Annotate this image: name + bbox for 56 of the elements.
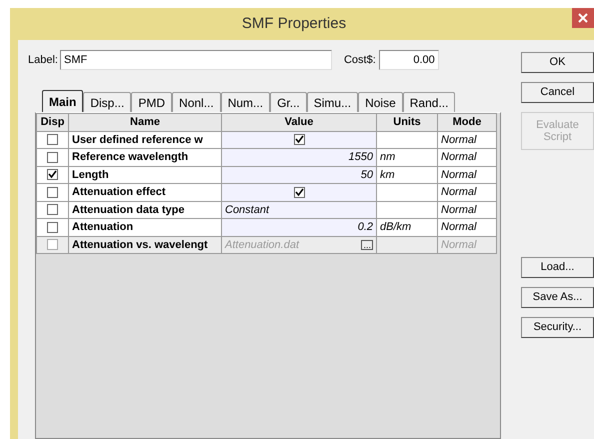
column-header: Value — [222, 114, 376, 131]
file-name: Attenuation.dat — [225, 238, 300, 252]
table-cell: Constant — [222, 201, 376, 218]
checkbox[interactable] — [47, 169, 58, 180]
table-cell: Normal — [438, 148, 496, 166]
label-caption: Label: — [28, 52, 58, 68]
dialog-button[interactable]: Cancel — [521, 82, 594, 103]
tab[interactable]: Simu... — [306, 92, 358, 112]
table-cell: 1550 — [222, 148, 376, 166]
checkbox[interactable] — [47, 134, 58, 146]
tab[interactable]: Rand... — [402, 92, 456, 112]
table-cell: Attenuation effect — [68, 184, 222, 201]
table-cell: Normal — [438, 131, 496, 148]
tab[interactable]: Gr... — [270, 92, 307, 112]
table-cell: Normal — [438, 236, 496, 254]
table-cell: Normal — [438, 184, 496, 201]
tab[interactable]: Disp... — [83, 92, 132, 112]
table-cell: Attenuation vs. wavelengt — [68, 236, 222, 254]
dialog-button[interactable]: Save As... — [521, 287, 594, 308]
column-header: Name — [68, 114, 222, 131]
tab[interactable]: Num... — [220, 92, 270, 112]
table-cell: Normal — [438, 166, 496, 184]
table-cell: Normal — [438, 201, 496, 218]
tab[interactable]: PMD — [131, 92, 172, 112]
tab[interactable]: Main — [42, 90, 84, 112]
table-cell: Length — [68, 166, 222, 184]
tab[interactable]: Nonl... — [172, 92, 221, 112]
table-cell: km — [376, 166, 438, 184]
cost-caption: Cost$: — [344, 52, 376, 68]
table-cell: Reference wavelength — [68, 148, 222, 166]
label-field[interactable]: SMF — [60, 50, 332, 70]
window-title: SMF Properties — [240, 14, 348, 34]
checkbox[interactable] — [47, 152, 58, 163]
table-cell: Attenuation data type — [68, 201, 222, 218]
column-header: Mode — [438, 114, 496, 131]
dialog-button[interactable]: Load... — [521, 257, 594, 278]
tab[interactable]: Noise — [358, 92, 403, 112]
table-cell: Attenuation — [68, 218, 222, 236]
column-header: Units — [376, 114, 438, 131]
checkbox[interactable] — [294, 134, 304, 146]
table-cell: User defined reference w — [68, 131, 222, 148]
table-cell: Normal — [438, 218, 496, 236]
table-cell: nm — [376, 148, 438, 166]
close-button[interactable] — [572, 8, 594, 28]
column-header: Disp — [36, 114, 68, 131]
table-cell: 50 — [222, 166, 376, 184]
close-icon — [578, 13, 588, 23]
table-cell: dB/km — [376, 218, 438, 236]
dialog-button[interactable]: OK — [521, 52, 594, 73]
checkbox[interactable] — [47, 186, 58, 198]
table-cell: 0.2 — [222, 218, 376, 236]
checkbox[interactable] — [294, 186, 304, 198]
checkbox[interactable] — [47, 204, 58, 216]
cost-field[interactable]: 0.00 — [378, 50, 439, 70]
checkbox[interactable] — [47, 222, 58, 233]
dialog-button[interactable]: Security... — [521, 317, 594, 338]
